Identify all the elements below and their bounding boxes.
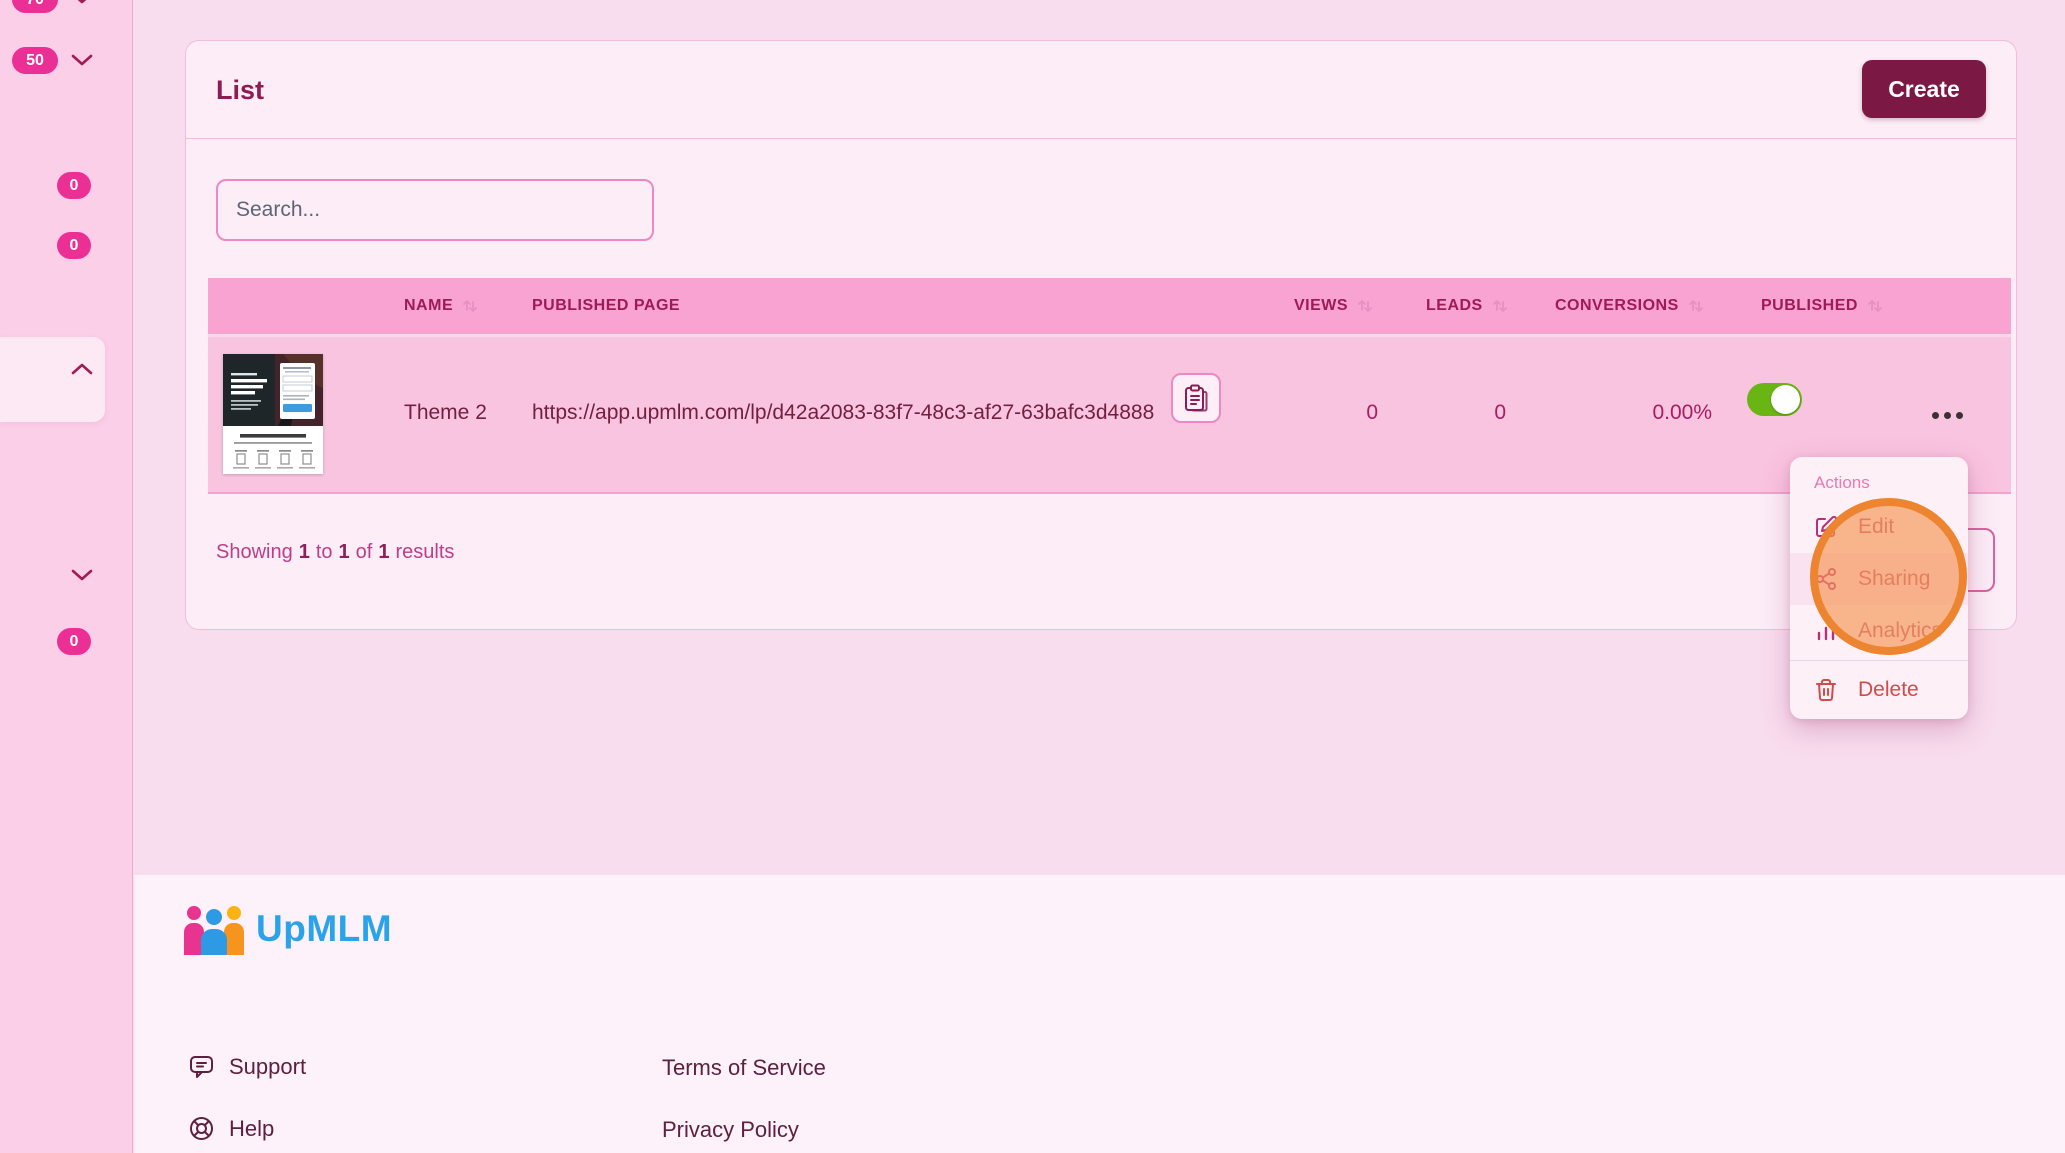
- sidebar-active-item[interactable]: [0, 337, 105, 422]
- column-header-leads[interactable]: LEADS: [1426, 278, 1509, 334]
- sidebar-badge-zero-2: 0: [57, 232, 91, 259]
- table-header-row: NAME PUBLISHED PAGE VIEWS LEADS: [208, 278, 2011, 334]
- sort-icon[interactable]: [1687, 297, 1705, 315]
- brand-name: UpMLM: [256, 908, 392, 950]
- sort-icon[interactable]: [461, 297, 479, 315]
- menu-divider: [1790, 660, 1968, 661]
- footer-link-help[interactable]: Help: [188, 1115, 274, 1142]
- sidebar-badge-top: 70: [12, 0, 58, 13]
- column-header-name[interactable]: NAME: [404, 278, 479, 334]
- sidebar: 70 50 0 0 0: [0, 0, 133, 1153]
- actions-dropdown-menu: Actions Edit Sharing Analytics: [1790, 457, 1968, 719]
- chevron-up-icon[interactable]: [70, 362, 94, 376]
- menu-item-edit[interactable]: Edit: [1790, 501, 1968, 553]
- upmlm-logo-icon: [182, 903, 246, 955]
- actions-menu-label: Actions: [1790, 471, 1968, 501]
- column-header-views[interactable]: VIEWS: [1294, 278, 1374, 334]
- menu-item-delete[interactable]: Delete: [1790, 664, 1968, 716]
- share-icon: [1814, 567, 1838, 591]
- results-summary: Showing 1 to 1 of 1 results: [216, 541, 454, 564]
- row-actions-button[interactable]: [1924, 405, 1970, 425]
- row-name: Theme 2: [404, 401, 487, 425]
- toggle-knob: [1771, 385, 1800, 414]
- copy-url-button[interactable]: [1171, 373, 1221, 423]
- card-header: List Create: [186, 41, 2016, 139]
- sort-icon[interactable]: [1866, 297, 1884, 315]
- menu-item-analytics[interactable]: Analytics: [1790, 605, 1968, 657]
- row-thumbnail: [223, 354, 323, 474]
- table-row[interactable]: Theme 2 https://app.upmlm.com/lp/d42a208…: [208, 334, 2011, 494]
- sidebar-badge-zero-1: 0: [57, 172, 91, 199]
- footer: UpMLM Support Help Terms of Service Priv…: [134, 875, 2065, 1153]
- page-title: List: [216, 75, 264, 106]
- footer-link-terms[interactable]: Terms of Service: [662, 1055, 826, 1081]
- sidebar-badge-50: 50: [12, 47, 58, 74]
- column-header-conversions[interactable]: CONVERSIONS: [1555, 278, 1705, 334]
- chevron-down-icon[interactable]: [70, 53, 94, 67]
- brand-logo: UpMLM: [182, 903, 392, 955]
- sort-icon[interactable]: [1491, 297, 1509, 315]
- bar-chart-icon: [1814, 619, 1838, 643]
- footer-link-privacy[interactable]: Privacy Policy: [662, 1117, 799, 1143]
- create-button[interactable]: Create: [1862, 60, 1986, 118]
- sort-icon[interactable]: [1356, 297, 1374, 315]
- app-page: 70 50 0 0 0 List Create: [0, 0, 2065, 1153]
- published-toggle[interactable]: [1747, 383, 1802, 416]
- row-conversions: 0.00%: [1586, 401, 1712, 425]
- life-buoy-icon: [188, 1115, 215, 1142]
- trash-icon: [1814, 678, 1838, 702]
- chevron-down-icon[interactable]: [70, 0, 94, 5]
- column-header-published-page[interactable]: PUBLISHED PAGE: [532, 278, 680, 334]
- menu-item-sharing[interactable]: Sharing: [1790, 553, 1968, 605]
- search-input[interactable]: [216, 179, 654, 241]
- chat-bubble-icon: [188, 1053, 215, 1080]
- sidebar-badge-zero-3: 0: [57, 628, 91, 655]
- row-leads: 0: [1446, 401, 1506, 425]
- list-card: List Create NAME PUBLISHED PAGE VIEWS: [185, 40, 2017, 630]
- column-header-published[interactable]: PUBLISHED: [1761, 278, 1884, 334]
- row-published-page-url[interactable]: https://app.upmlm.com/lp/d42a2083-83f7-4…: [532, 401, 1154, 425]
- themes-table: NAME PUBLISHED PAGE VIEWS LEADS: [208, 278, 2011, 494]
- pencil-icon: [1814, 515, 1838, 539]
- footer-link-support[interactable]: Support: [188, 1053, 306, 1080]
- chevron-down-icon[interactable]: [70, 568, 94, 582]
- row-views: 0: [1318, 401, 1378, 425]
